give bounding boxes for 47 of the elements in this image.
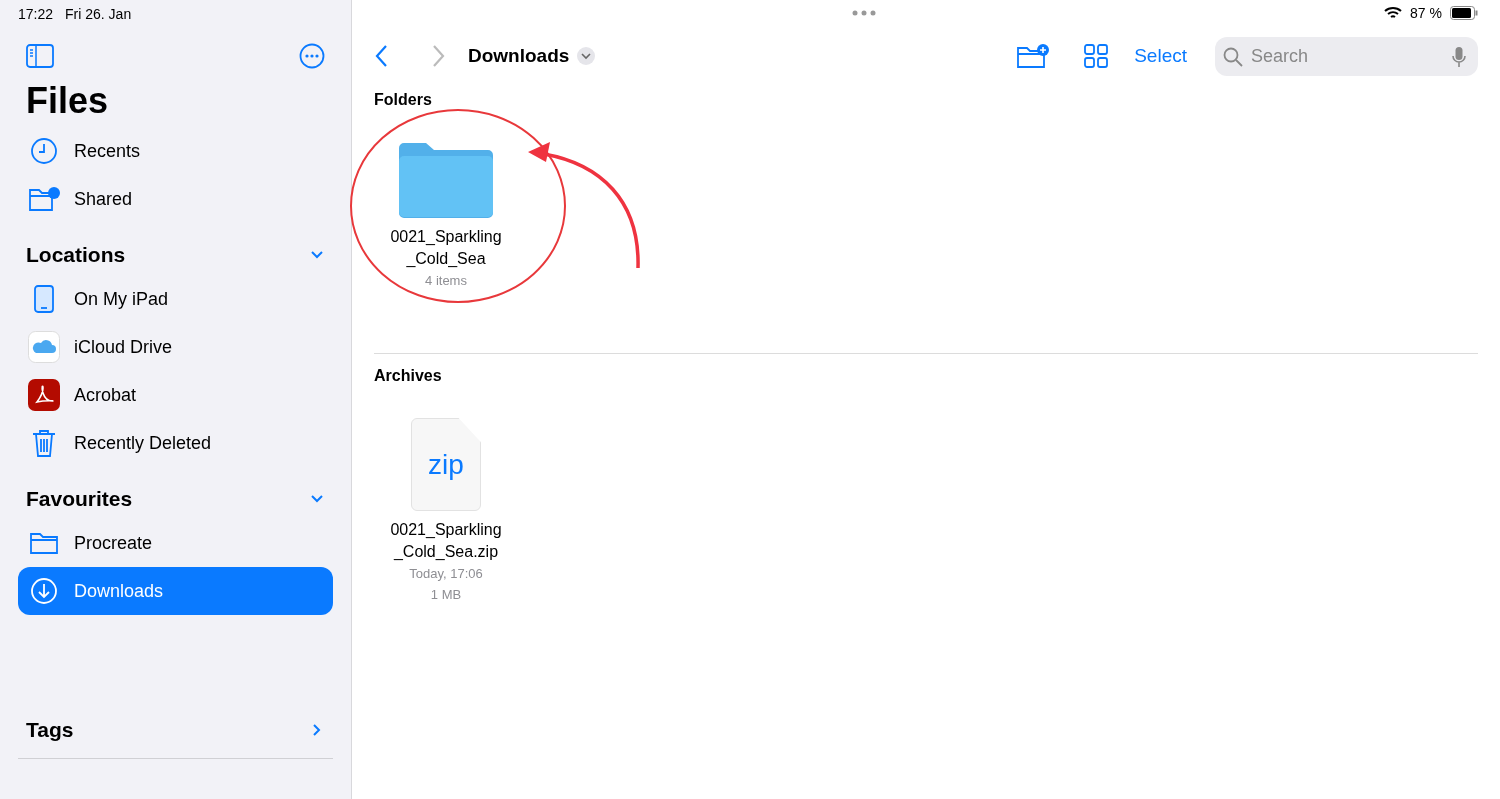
cloud-icon: [28, 331, 60, 363]
sidebar-item[interactable]: Procreate: [18, 519, 333, 567]
battery-percent: 87 %: [1410, 3, 1442, 23]
file-detail: Today, 17:06: [409, 565, 483, 583]
folder-icon[interactable]: [399, 142, 493, 218]
grid-view-icon[interactable]: [1084, 44, 1109, 68]
file-detail: 1 MB: [430, 586, 462, 604]
battery-icon: [1450, 6, 1478, 20]
search-icon: [1223, 46, 1243, 67]
sidebar-toggle-icon[interactable]: [26, 44, 54, 68]
forward-chevron-icon: [430, 44, 446, 68]
section-header[interactable]: Locations: [18, 235, 333, 275]
select-button[interactable]: Select: [1134, 41, 1187, 71]
sidebar-item[interactable]: Recently Deleted: [18, 419, 333, 467]
file-name: 0021_Sparkling _Cold_Sea.zip: [390, 520, 502, 562]
tablet-icon: [33, 284, 55, 314]
group-title: Folders: [374, 90, 433, 110]
app-title: Files: [25, 79, 110, 123]
clock-icon: [30, 137, 58, 165]
folder-title: Downloads: [468, 43, 570, 68]
new-folder-icon[interactable]: [1016, 43, 1051, 69]
trash-icon: [31, 428, 57, 458]
section-header[interactable]: Tags: [18, 710, 333, 750]
sidebar-item[interactable]: On My iPad: [18, 275, 333, 323]
status-time: 17:22: [18, 5, 54, 24]
sidebar-item[interactable]: iCloud Drive: [18, 323, 333, 371]
folder-icon: [29, 531, 59, 555]
more-icon[interactable]: [299, 43, 325, 69]
download-icon: [30, 577, 58, 605]
dropdown-icon[interactable]: [577, 47, 596, 65]
search-field[interactable]: Search: [1215, 36, 1478, 76]
file-detail: 4 items: [425, 272, 467, 290]
shared-folder-icon: [28, 186, 60, 212]
section-header[interactable]: Favourites: [18, 479, 333, 519]
document-icon[interactable]: zip: [411, 418, 481, 511]
grabber-dots-icon: [852, 10, 877, 16]
file-name: 0021_Sparkling _Cold_Sea: [390, 227, 502, 269]
microphone-icon[interactable]: [1452, 45, 1466, 68]
group-title: Archives: [374, 366, 443, 386]
sidebar-item[interactable]: Recents: [18, 127, 333, 175]
back-chevron-icon[interactable]: [374, 44, 390, 68]
status-date: Fri 26. Jan: [65, 5, 132, 24]
acrobat-icon: [28, 379, 60, 411]
wifi-icon: [1384, 6, 1403, 20]
sidebar-item[interactable]: Downloads: [18, 567, 333, 615]
sidebar-item[interactable]: Shared: [18, 175, 333, 223]
sidebar-item[interactable]: Acrobat: [18, 371, 333, 419]
